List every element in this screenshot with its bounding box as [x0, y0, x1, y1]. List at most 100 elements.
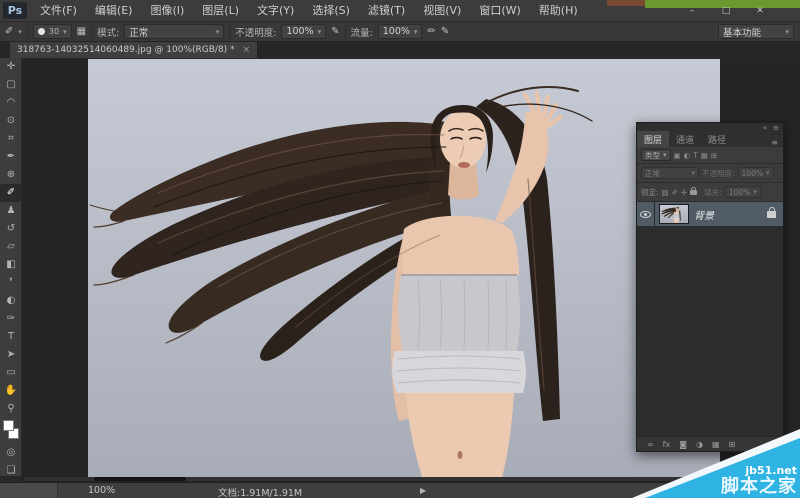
photoshop-window: Ps 文件(F) 编辑(E) 图像(I) 图层(L) 文字(Y) 选择(S) 滤…: [0, 0, 800, 498]
tab-channels[interactable]: 通道: [669, 131, 701, 147]
tool-clone-stamp[interactable]: ♟: [0, 202, 22, 220]
document-tab[interactable]: 318763-14032514060489.jpg @ 100%(RGB/8) …: [10, 42, 258, 58]
layer-blend-mode-dropdown[interactable]: 正常 ▾: [641, 167, 699, 179]
menu-type[interactable]: 文字(Y): [248, 0, 303, 22]
blend-opacity-row: 正常 ▾ 不透明度: 100% ▾: [637, 164, 783, 183]
tool-eraser[interactable]: ▱: [0, 238, 22, 256]
filter-adjustment-layers-icon[interactable]: ◐: [684, 151, 691, 160]
tool-dodge[interactable]: ◐: [0, 292, 22, 310]
screen-mode-button[interactable]: ❏: [0, 462, 22, 480]
tool-eyedropper[interactable]: ✒: [0, 148, 22, 166]
panel-header-menu-icon[interactable]: ≡: [773, 124, 779, 132]
menu-select[interactable]: 选择(S): [303, 0, 359, 22]
tool-pen[interactable]: ✑: [0, 310, 22, 328]
layer-name: 背景: [694, 207, 714, 222]
close-button[interactable]: ✕: [748, 5, 772, 18]
menu-edit[interactable]: 编辑(E): [86, 0, 142, 22]
mode-label: 模式:: [97, 25, 119, 39]
layer-style-icon[interactable]: fx: [663, 440, 671, 449]
tool-rectangle-shape[interactable]: ▭: [0, 364, 22, 382]
foreground-color-swatch[interactable]: [3, 420, 14, 431]
opacity-value: 100%: [286, 26, 313, 37]
blend-mode-value: 正常: [129, 25, 148, 39]
filter-type-layers-icon[interactable]: T: [693, 151, 698, 160]
layer-row-background[interactable]: 背景: [637, 202, 783, 226]
lock-position-icon[interactable]: ✛: [681, 188, 687, 197]
tool-gradient[interactable]: ◧: [0, 256, 22, 274]
toggle-brush-panel-icon[interactable]: ▦: [77, 26, 86, 37]
tool-crop[interactable]: ⌗: [0, 130, 22, 148]
tab-close-icon[interactable]: ×: [243, 45, 251, 55]
blend-mode-dropdown[interactable]: 正常 ▾: [124, 24, 224, 39]
filter-shape-layers-icon[interactable]: ▦: [701, 151, 708, 160]
new-layer-icon[interactable]: ⊞: [729, 440, 736, 449]
panel-tabs: 图层 通道 路径 ≡: [637, 132, 783, 147]
layer-mask-icon[interactable]: ◙: [679, 440, 687, 449]
filter-type-value: 类型: [645, 150, 660, 161]
menu-layer[interactable]: 图层(L): [193, 0, 248, 22]
tool-type[interactable]: T: [0, 328, 22, 346]
tool-zoom[interactable]: ⚲: [0, 400, 22, 418]
brush-tool-icon[interactable]: ✐: [5, 26, 13, 37]
brush-size-value: 30: [49, 27, 59, 36]
layer-visibility-toggle[interactable]: [637, 202, 655, 226]
lock-transparency-icon[interactable]: ▨: [662, 188, 669, 197]
color-swatches[interactable]: [0, 418, 22, 444]
tool-brush[interactable]: ✐: [0, 184, 22, 202]
zoom-level-field[interactable]: 100%: [88, 485, 115, 496]
horizontal-scrollbar[interactable]: [24, 477, 718, 481]
fill-dropdown[interactable]: 100% ▾: [725, 186, 761, 198]
panel-menu-icon[interactable]: ≡: [771, 138, 783, 147]
layer-opacity-value: 100%: [742, 169, 763, 178]
filter-smart-objects-icon[interactable]: ⊞: [711, 151, 717, 160]
tab-layers[interactable]: 图层: [637, 131, 669, 147]
separator: [345, 25, 346, 39]
filter-type-dropdown[interactable]: 类型 ▾: [641, 149, 671, 161]
tool-blur[interactable]: ❜: [0, 274, 22, 292]
collapse-panel-icon[interactable]: «: [763, 124, 767, 132]
tool-hand[interactable]: ✋: [0, 382, 22, 400]
brush-preset-picker[interactable]: 30 ▾: [33, 24, 72, 39]
brush-tip-icon: [38, 28, 45, 35]
tablet-pressure-opacity-icon[interactable]: ✎: [331, 26, 339, 37]
tools-palette: ✛ ▢ ◠ ⊙ ⌗ ✒ ⊕ ✐ ♟ ↺ ▱ ◧ ❜ ◐ ✑ T ➤ ▭ ✋ ⚲ …: [0, 58, 22, 476]
layer-group-icon[interactable]: ▦: [712, 440, 720, 449]
menu-filter[interactable]: 滤镜(T): [359, 0, 414, 22]
minimize-button[interactable]: –: [680, 5, 704, 18]
menu-file[interactable]: 文件(F): [31, 0, 86, 22]
layer-opacity-dropdown[interactable]: 100% ▾: [738, 167, 774, 179]
tool-spot-healing-brush[interactable]: ⊕: [0, 166, 22, 184]
status-options-arrow-icon[interactable]: ▶: [420, 486, 426, 495]
opacity-dropdown[interactable]: 100% ▾: [281, 24, 326, 39]
canvas-image[interactable]: [88, 59, 720, 477]
tool-quick-selection[interactable]: ⊙: [0, 112, 22, 130]
separator: [91, 25, 92, 39]
background-lock-icon: [767, 211, 776, 218]
menu-image[interactable]: 图像(I): [141, 0, 193, 22]
tool-rectangular-marquee[interactable]: ▢: [0, 76, 22, 94]
tool-history-brush[interactable]: ↺: [0, 220, 22, 238]
menu-view[interactable]: 视图(V): [414, 0, 470, 22]
tool-lasso[interactable]: ◠: [0, 94, 22, 112]
tool-path-selection[interactable]: ➤: [0, 346, 22, 364]
menu-help[interactable]: 帮助(H): [530, 0, 587, 22]
filter-pixel-layers-icon[interactable]: ▣: [674, 151, 681, 160]
menu-window[interactable]: 窗口(W): [470, 0, 529, 22]
fill-label: 填充:: [704, 187, 722, 198]
tab-paths[interactable]: 路径: [701, 131, 733, 147]
chevron-down-icon[interactable]: ▾: [18, 28, 22, 36]
workspace-switcher[interactable]: 基本功能 ▾: [718, 24, 794, 39]
quick-mask-button[interactable]: ◎: [0, 444, 22, 462]
lock-fill-row: 锁定: ▨ ✐ ✛ 填充: 100% ▾: [637, 183, 783, 202]
airbrush-icon[interactable]: ✏: [427, 26, 435, 37]
lock-all-icon[interactable]: [690, 190, 697, 195]
scrollbar-thumb[interactable]: [94, 477, 186, 481]
tool-move[interactable]: ✛: [0, 58, 22, 76]
layer-thumbnail[interactable]: [659, 204, 689, 224]
adjustment-layer-icon[interactable]: ◑: [696, 440, 703, 449]
lock-pixels-icon[interactable]: ✐: [672, 188, 678, 197]
maximize-button[interactable]: □: [714, 5, 738, 18]
link-layers-icon[interactable]: ∞: [647, 440, 654, 449]
flow-dropdown[interactable]: 100% ▾: [378, 24, 423, 39]
tablet-pressure-size-icon[interactable]: ✎: [441, 26, 449, 37]
